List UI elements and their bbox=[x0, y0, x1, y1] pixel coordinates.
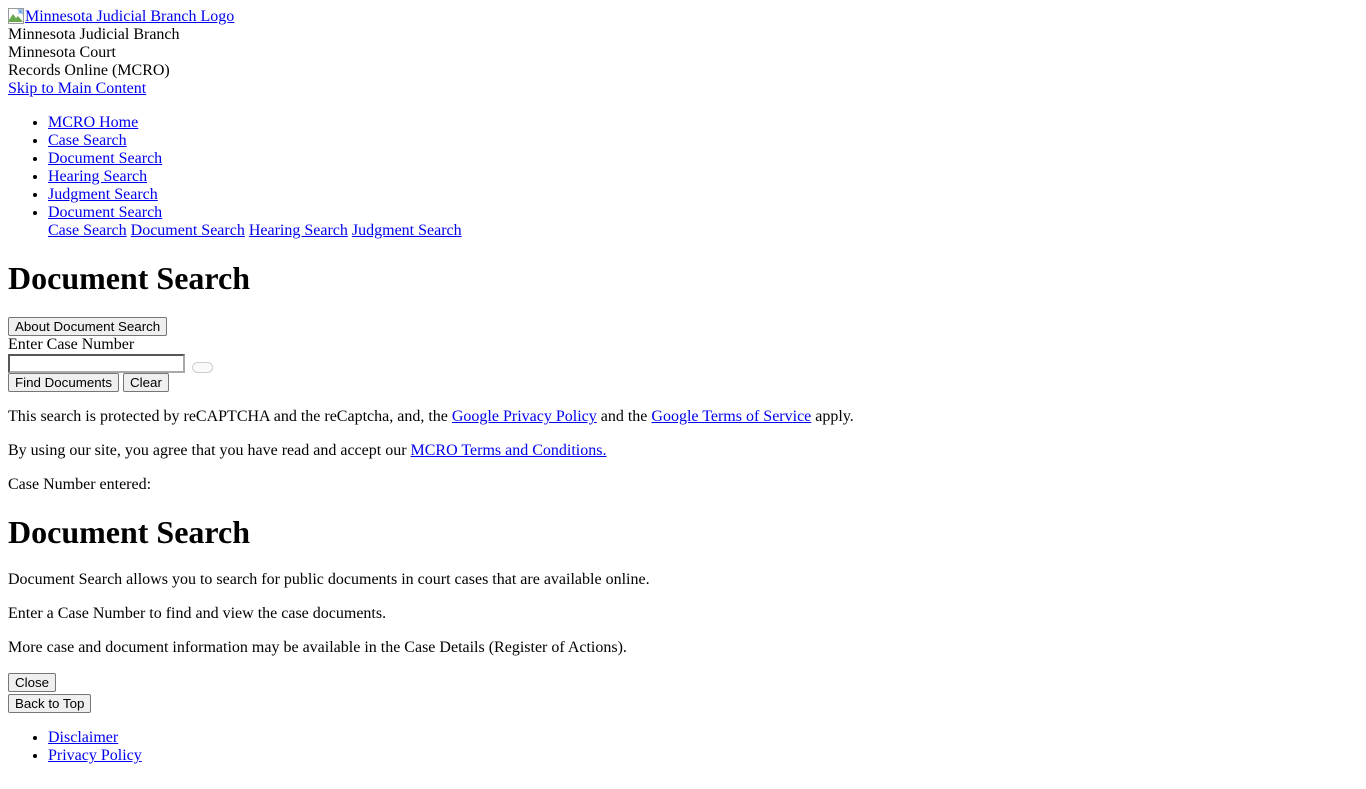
footer-link-disclaimer[interactable]: Disclaimer bbox=[48, 729, 118, 746]
nav-item-hearing-search[interactable]: Hearing Search bbox=[48, 168, 1358, 186]
recaptcha-notice-text-3: apply. bbox=[811, 408, 854, 426]
footer-item-privacy-policy[interactable]: Privacy Policy bbox=[48, 747, 1358, 765]
broken-image-icon bbox=[8, 8, 24, 24]
logo-alt-text: Minnesota Judicial Branch Logo bbox=[25, 8, 235, 25]
page-title: Document Search bbox=[8, 260, 251, 296]
nav-item-mcro-home[interactable]: MCRO Home bbox=[48, 114, 1358, 132]
site-name-line-1: Minnesota Court bbox=[8, 44, 116, 61]
footer-item-disclaimer[interactable]: Disclaimer bbox=[48, 729, 1358, 747]
case-number-label: Enter Case Number bbox=[8, 336, 135, 354]
main-content: Document Search About Document Search En… bbox=[8, 260, 1358, 494]
sublink-hearing-search[interactable]: Hearing Search bbox=[249, 222, 348, 239]
nav-link-mcro-home[interactable]: MCRO Home bbox=[48, 114, 138, 131]
google-terms-of-service-link[interactable]: Google Terms of Service bbox=[651, 408, 811, 425]
sublink-document-search[interactable]: Document Search bbox=[131, 222, 245, 239]
nav-item-case-search[interactable]: Case Search bbox=[48, 132, 1358, 150]
case-number-field-row bbox=[8, 354, 1358, 374]
terms-notice: By using our site, you agree that you ha… bbox=[8, 442, 1358, 460]
primary-navigation: MCRO Home Case Search Document Search He… bbox=[8, 114, 1358, 240]
nav-item-document-search[interactable]: Document Search bbox=[48, 150, 1358, 168]
about-document-search-button[interactable]: About Document Search bbox=[8, 317, 168, 337]
recaptcha-notice-text-1: This search is protected by reCAPTCHA an… bbox=[8, 408, 452, 426]
back-to-top-button[interactable]: Back to Top bbox=[8, 694, 92, 714]
find-documents-button[interactable]: Find Documents bbox=[8, 373, 120, 393]
case-number-entered: Case Number entered: bbox=[8, 476, 1358, 494]
case-number-input[interactable] bbox=[8, 354, 185, 374]
nav-link-document-search-current[interactable]: Document Search bbox=[48, 204, 162, 221]
about-panel-title: Document Search bbox=[8, 514, 251, 551]
logo-link[interactable]: Minnesota Judicial Branch Logo bbox=[8, 8, 1358, 26]
nav-link-judgment-search[interactable]: Judgment Search bbox=[48, 186, 158, 203]
close-button[interactable]: Close bbox=[8, 673, 57, 693]
page-root: Minnesota Judicial Branch Logo Minnesota… bbox=[0, 0, 1366, 789]
nav-link-document-search[interactable]: Document Search bbox=[48, 150, 162, 167]
clear-button[interactable]: Clear bbox=[123, 373, 169, 393]
case-number-entered-label: Case Number entered: bbox=[8, 476, 152, 494]
button-gap bbox=[8, 692, 1358, 694]
org-name: Minnesota Judicial Branch bbox=[8, 26, 180, 43]
nav-link-case-search[interactable]: Case Search bbox=[48, 132, 127, 149]
recaptcha-notice-text-2: and the bbox=[596, 408, 652, 426]
footer-link-privacy-policy[interactable]: Privacy Policy bbox=[48, 747, 142, 764]
about-panel-paragraph-2: Enter a Case Number to find and view the… bbox=[8, 605, 387, 623]
nav-item-judgment-search[interactable]: Judgment Search bbox=[48, 186, 1358, 204]
about-panel-paragraph-3: More case and document information may b… bbox=[8, 639, 627, 657]
terms-notice-text: By using our site, you agree that you ha… bbox=[8, 442, 411, 460]
search-status-indicator bbox=[192, 362, 213, 374]
site-name-line-2: Records Online (MCRO) bbox=[8, 62, 170, 79]
mcro-terms-and-conditions-link[interactable]: MCRO Terms and Conditions. bbox=[411, 442, 607, 459]
nav-item-document-search-current[interactable]: Document Search Case Search Document Sea… bbox=[48, 204, 1358, 240]
about-document-search-panel: Document Search Document Search allows y… bbox=[8, 514, 1358, 714]
site-header: Minnesota Judicial Branch Logo Minnesota… bbox=[8, 8, 1358, 98]
skip-to-main-content-link[interactable]: Skip to Main Content bbox=[8, 80, 1358, 98]
sublink-judgment-search[interactable]: Judgment Search bbox=[352, 222, 462, 239]
recaptcha-notice: This search is protected by reCAPTCHA an… bbox=[8, 408, 1358, 426]
about-panel-paragraph-1: Document Search allows you to search for… bbox=[8, 571, 650, 589]
sublink-case-search[interactable]: Case Search bbox=[48, 222, 127, 239]
nav-sublinks: Case Search Document Search Hearing Sear… bbox=[48, 222, 1358, 240]
google-privacy-policy-link[interactable]: Google Privacy Policy bbox=[452, 408, 597, 425]
search-actions: Find Documents Clear bbox=[8, 373, 1358, 393]
nav-link-hearing-search[interactable]: Hearing Search bbox=[48, 168, 147, 185]
footer-links: Disclaimer Privacy Policy bbox=[8, 729, 1358, 765]
